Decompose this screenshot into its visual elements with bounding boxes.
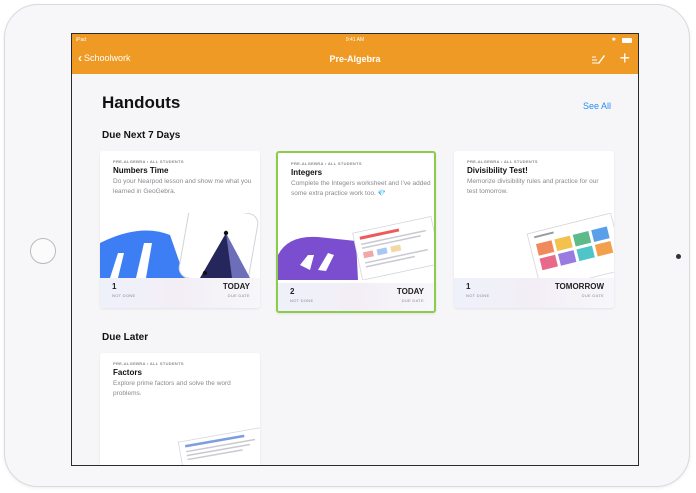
card-thumbnail (278, 215, 434, 280)
due-value: TODAY (396, 287, 424, 296)
card-thumbnail (100, 423, 260, 465)
card-title: Numbers Time (113, 166, 169, 175)
page-title: Handouts (102, 93, 181, 112)
main-content: Handouts See All Due Next 7 Days PRE-ALG… (72, 74, 638, 465)
due-value: TOMORROW (554, 282, 604, 291)
card-title: Divisibility Test! (467, 166, 528, 175)
not-done-count: 1 (112, 282, 117, 291)
not-done-count: 1 (466, 282, 471, 291)
front-camera (676, 254, 681, 259)
handout-card-numbers-time[interactable]: PRE-ALGEBRA • ALL STUDENTS Numbers Time … (100, 151, 260, 308)
due-label: DUE DATE (227, 293, 250, 298)
status-time: 9:41 AM (345, 37, 365, 43)
app-screen: iPad 9:41 AM ✱ ‹ Schoolwork Pre-Algebra … (71, 33, 639, 466)
card-thumbnail (100, 213, 260, 278)
status-label: NOT DONE (290, 298, 314, 303)
card-description: Complete the Integers worksheet and I've… (291, 180, 431, 197)
card-description: Memorize divisibility rules and practice… (467, 178, 599, 195)
handout-card-integers[interactable]: PRE-ALGEBRA • ALL STUDENTS Integers Comp… (276, 151, 436, 313)
not-done-count: 2 (290, 287, 295, 296)
card-kicker: PRE-ALGEBRA • ALL STUDENTS (113, 159, 184, 164)
handout-card-factors[interactable]: PRE-ALGEBRA • ALL STUDENTS Factors Explo… (100, 353, 260, 465)
navigation-bar: ‹ Schoolwork Pre-Algebra + (72, 47, 638, 74)
bluetooth-icon: ✱ (611, 37, 616, 43)
card-kicker: PRE-ALGEBRA • ALL STUDENTS (291, 161, 362, 166)
add-icon[interactable]: + (619, 49, 630, 67)
card-description: Explore prime factors and solve the word… (113, 380, 231, 397)
status-bar: iPad 9:41 AM ✱ (72, 34, 638, 47)
due-label: DUE DATE (581, 293, 604, 298)
divisibility-rules-artwork (454, 213, 614, 278)
integers-worksheet-artwork (278, 215, 434, 280)
section-title: Due Next 7 Days (102, 130, 181, 141)
status-label: NOT DONE (466, 293, 490, 298)
card-title: Factors (113, 368, 142, 377)
card-kicker: PRE-ALGEBRA • ALL STUDENTS (467, 159, 538, 164)
card-footer: 2 NOT DONE TODAY DUE DATE (278, 283, 434, 311)
card-footer: 1 NOT DONE TODAY DUE DATE (100, 278, 260, 308)
card-thumbnail (454, 213, 614, 278)
home-button[interactable] (30, 238, 56, 264)
card-description: Do your Nearpod lesson and show me what … (113, 178, 252, 195)
card-footer: 1 NOT DONE TOMORROW DUE DATE (454, 278, 614, 308)
status-label: NOT DONE (112, 293, 136, 298)
due-value: TODAY (222, 282, 250, 291)
nearpod-geogebra-artwork (100, 213, 260, 278)
nav-title: Pre-Algebra (329, 54, 381, 64)
handout-card-divisibility-test[interactable]: PRE-ALGEBRA • ALL STUDENTS Divisibility … (454, 151, 614, 308)
due-label: DUE DATE (401, 298, 424, 303)
card-title: Integers (291, 168, 323, 177)
factors-worksheet-artwork (100, 423, 260, 465)
card-kicker: PRE-ALGEBRA • ALL STUDENTS (113, 361, 184, 366)
see-all-link[interactable]: See All (583, 101, 611, 111)
battery-icon (622, 38, 632, 43)
section-title: Due Later (102, 332, 149, 343)
compose-icon[interactable] (590, 52, 606, 66)
